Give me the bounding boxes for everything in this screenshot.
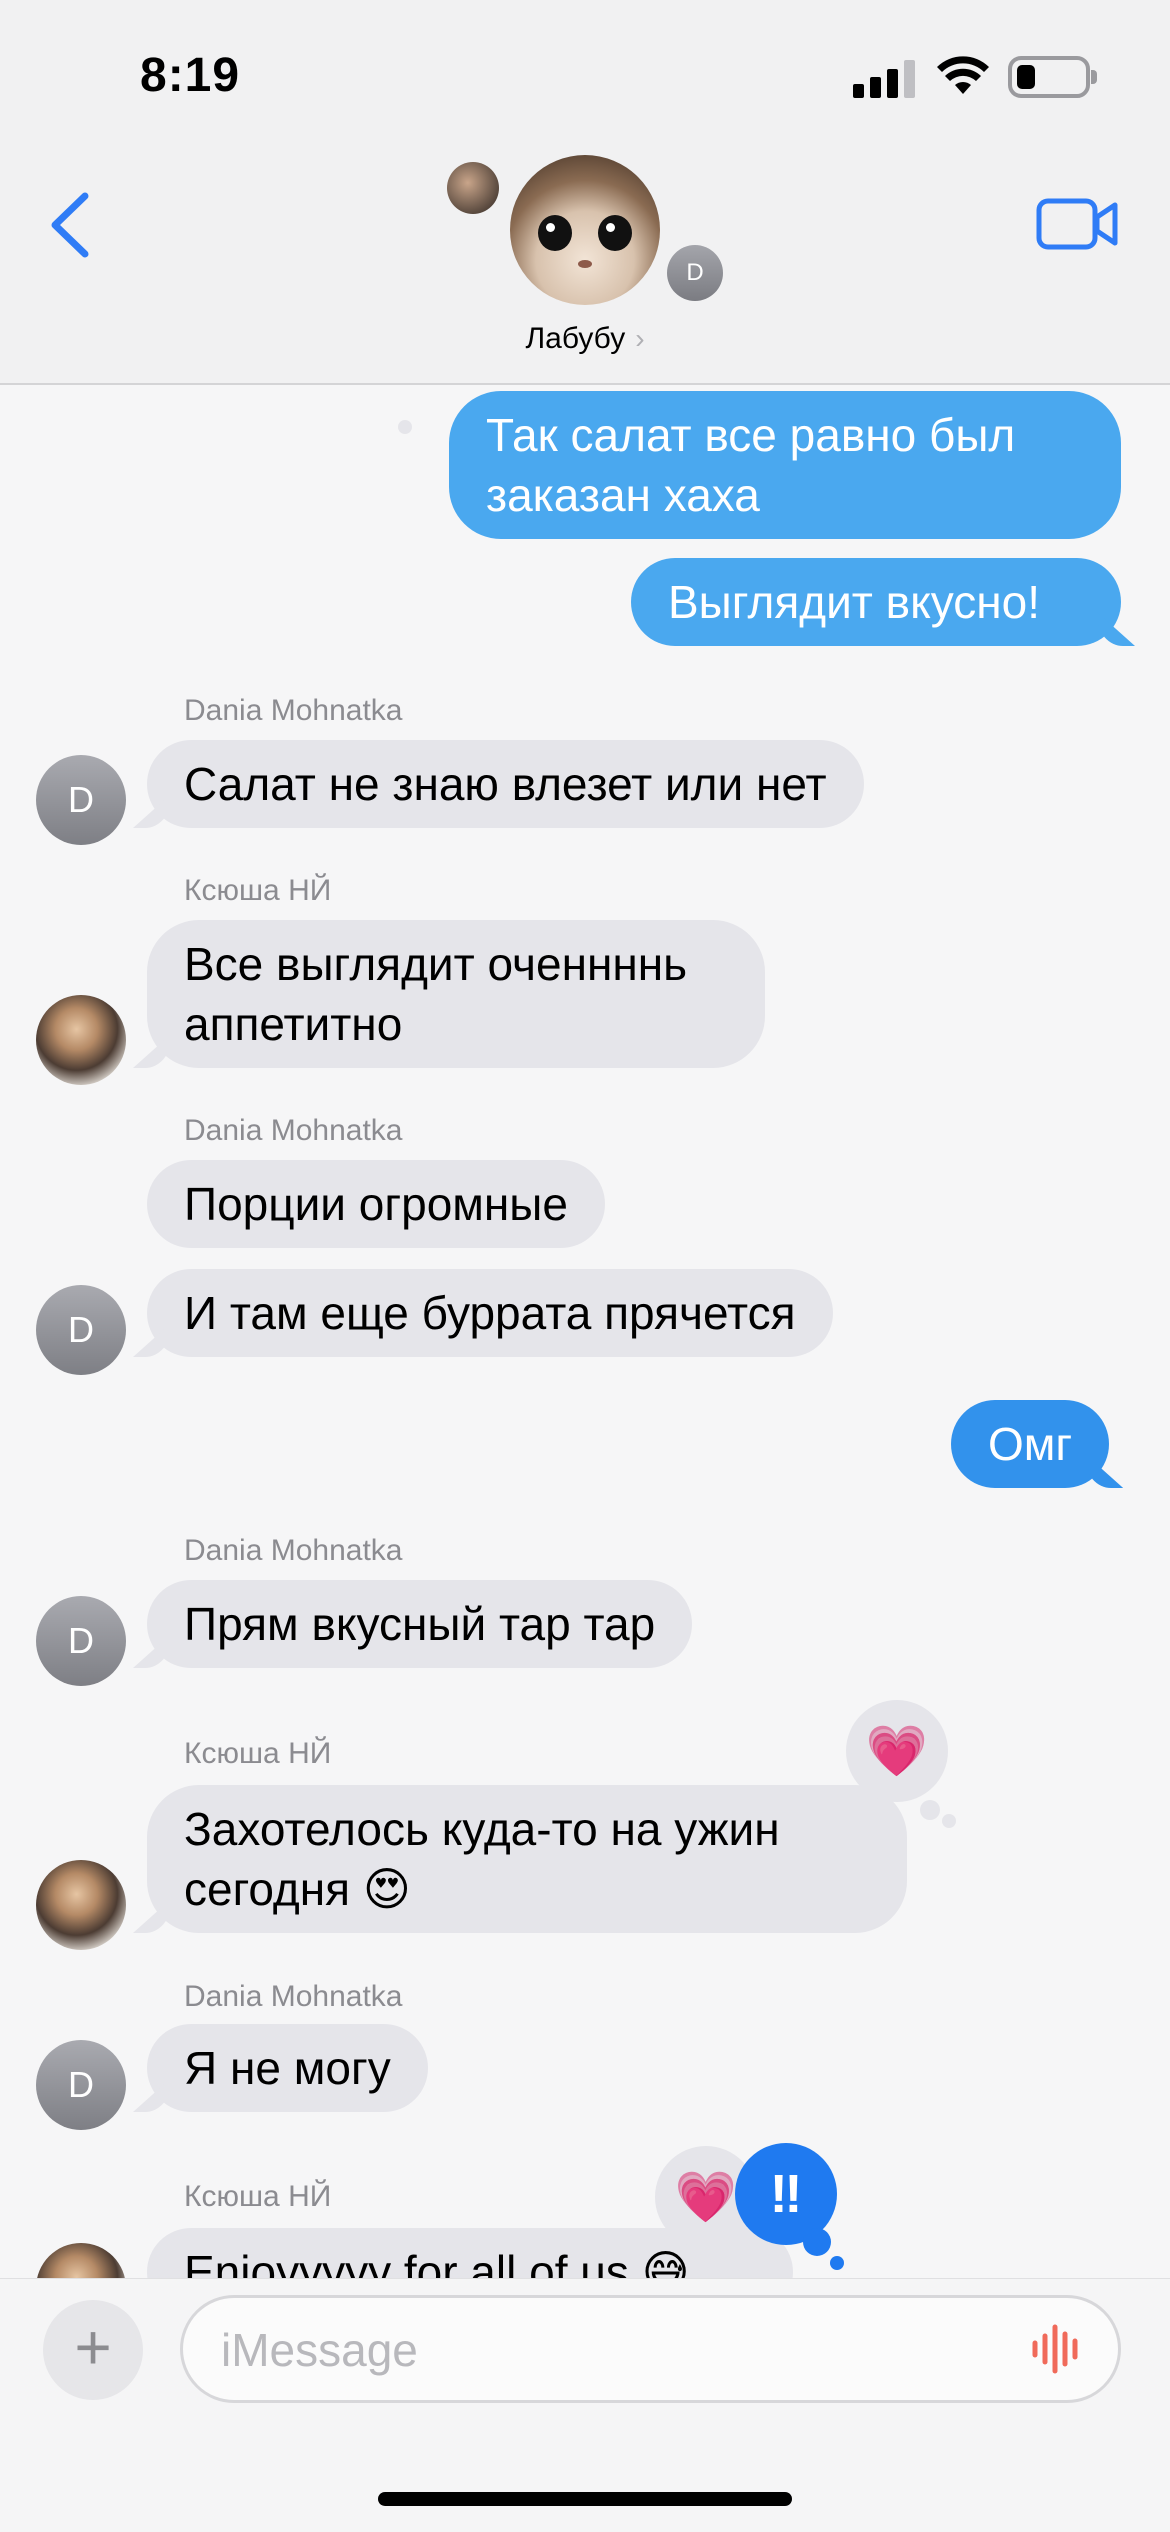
conversation-header: 8:19 D Лабубу › xyxy=(0,0,1170,385)
group-name-label: Лабубу xyxy=(525,322,626,355)
tapback-heart[interactable]: 💗 xyxy=(846,1700,948,1802)
message-input-container[interactable] xyxy=(180,2295,1121,2403)
battery-tip xyxy=(1091,70,1097,84)
sender-name: Ксюша НЙ xyxy=(184,874,332,907)
back-chevron-icon[interactable] xyxy=(45,190,95,260)
message-bubble-received[interactable]: Захотелось куда-то на ужин сегодня 😍 xyxy=(147,1785,907,1933)
message-bubble-received[interactable]: Все выглядит оченнннь аппетитно xyxy=(147,920,765,1068)
sender-name: Ксюша НЙ xyxy=(184,2180,332,2213)
message-bubble-sent[interactable]: Выглядит вкусно! xyxy=(631,558,1121,646)
audio-waveform-icon[interactable] xyxy=(1030,2323,1086,2375)
double-exclamation-icon: ‼ xyxy=(769,2164,803,2224)
add-attachment-button[interactable]: + xyxy=(43,2300,143,2400)
tapback-tail-dot xyxy=(803,2228,831,2256)
message-bubble-sent[interactable]: Так салат все равно был заказан хаха xyxy=(449,391,1121,539)
message-bubble-received[interactable]: Прям вкусный тар тар xyxy=(147,1580,693,1668)
avatar[interactable] xyxy=(36,995,126,1085)
sender-name: Ксюша НЙ xyxy=(184,1737,332,1770)
pink-heart-icon: 💗 xyxy=(674,2168,738,2225)
avatar[interactable] xyxy=(36,1860,126,1950)
home-indicator xyxy=(378,2492,792,2506)
avatar[interactable]: D xyxy=(36,755,126,845)
wifi-icon xyxy=(937,56,989,94)
status-time: 8:19 xyxy=(140,49,241,102)
message-bubble-received[interactable]: Салат не знаю влезет или нет xyxy=(147,740,864,828)
avatar[interactable]: D xyxy=(36,1596,126,1686)
member-avatar-initial: D xyxy=(667,245,723,301)
pink-heart-icon: 💗 xyxy=(865,1722,929,1779)
cellular-signal-icon xyxy=(853,58,915,98)
message-bubble-received[interactable]: И там еще буррата прячется xyxy=(147,1269,833,1357)
member-avatar-photo xyxy=(447,162,499,214)
sender-name: Dania Mohnatka xyxy=(184,1534,403,1567)
video-camera-icon[interactable] xyxy=(1035,195,1120,253)
sender-name: Dania Mohnatka xyxy=(184,1980,403,2013)
tapback-tail-dot xyxy=(830,2256,844,2270)
message-input[interactable] xyxy=(221,2320,1001,2380)
sender-name: Dania Mohnatka xyxy=(184,1114,403,1147)
battery-icon xyxy=(1008,56,1090,98)
tapback-tail-dot xyxy=(942,1814,956,1828)
group-title[interactable]: Лабубу › xyxy=(0,322,1170,356)
message-bubble-sent[interactable]: Омг xyxy=(951,1400,1110,1488)
sender-name: Dania Mohnatka xyxy=(184,694,403,727)
avatar[interactable]: D xyxy=(36,2040,126,2130)
tapback-tail-dot xyxy=(920,1800,940,1820)
avatar[interactable]: D xyxy=(36,1285,126,1375)
message-bubble-received[interactable]: Порции огромные xyxy=(147,1160,605,1248)
group-avatar[interactable] xyxy=(510,155,660,305)
message-bubble-received[interactable]: Я не могу xyxy=(147,2024,428,2112)
chevron-right-icon: › xyxy=(635,323,645,354)
tapback-tail-dot xyxy=(398,420,412,434)
